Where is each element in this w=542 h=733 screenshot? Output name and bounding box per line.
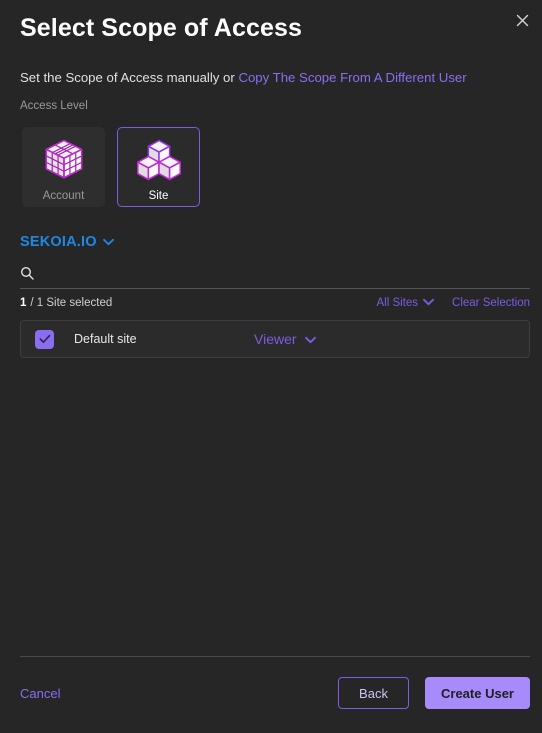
access-level-options: Account Site [22, 127, 200, 207]
chevron-down-icon [304, 331, 316, 347]
table-row[interactable]: Default site Viewer [20, 320, 530, 358]
page-title: Select Scope of Access [20, 14, 302, 42]
check-icon [38, 334, 50, 344]
site-checkbox[interactable] [35, 329, 54, 349]
organization-selector[interactable]: SEKOIA.IO [20, 234, 114, 250]
copy-scope-link[interactable]: Copy The Scope From A Different User [238, 70, 466, 85]
dialog-footer: Cancel Back Create User [20, 672, 530, 714]
site-role-label: Viewer [254, 331, 297, 347]
access-level-label-account: Account [42, 190, 85, 202]
site-role-dropdown[interactable]: Viewer [254, 331, 316, 347]
footer-divider [20, 656, 530, 657]
site-filter-label: All Sites [376, 297, 419, 309]
back-button[interactable]: Back [338, 677, 409, 709]
access-level-card-site[interactable]: Site [117, 127, 200, 207]
dialog-subtitle: Set the Scope of Access manually or Copy… [20, 70, 467, 85]
selection-actions: All Sites Clear Selection [376, 297, 530, 309]
select-scope-dialog: Select Scope of Access Set the Scope of … [0, 0, 542, 733]
clear-selection-button[interactable]: Clear Selection [452, 297, 530, 309]
search-icon [20, 266, 34, 285]
access-level-card-account[interactable]: Account [22, 127, 105, 207]
cube-grid-icon [41, 137, 87, 183]
selection-summary-text: / 1 Site selected [30, 297, 113, 309]
access-level-label-site: Site [148, 190, 169, 202]
selection-summary: 1 / 1 Site selected All Sites Clear Sele… [20, 297, 530, 309]
search-bar[interactable] [20, 263, 530, 289]
cancel-button[interactable]: Cancel [20, 686, 60, 701]
site-filter-dropdown[interactable]: All Sites [376, 297, 434, 309]
organization-name: SEKOIA.IO [20, 234, 97, 250]
access-level-label: Access Level [20, 100, 88, 112]
site-list: Default site Viewer [20, 320, 530, 358]
search-input[interactable] [42, 268, 530, 283]
chevron-down-icon [423, 297, 434, 309]
footer-actions: Back Create User [338, 677, 530, 709]
create-user-button[interactable]: Create User [425, 677, 530, 709]
three-cubes-icon [136, 137, 182, 183]
close-icon[interactable] [508, 6, 536, 34]
site-name: Default site [74, 332, 137, 346]
subtitle-text: Set the Scope of Access manually or [20, 70, 239, 85]
selected-count: 1 [20, 297, 27, 309]
chevron-down-icon [102, 238, 114, 246]
